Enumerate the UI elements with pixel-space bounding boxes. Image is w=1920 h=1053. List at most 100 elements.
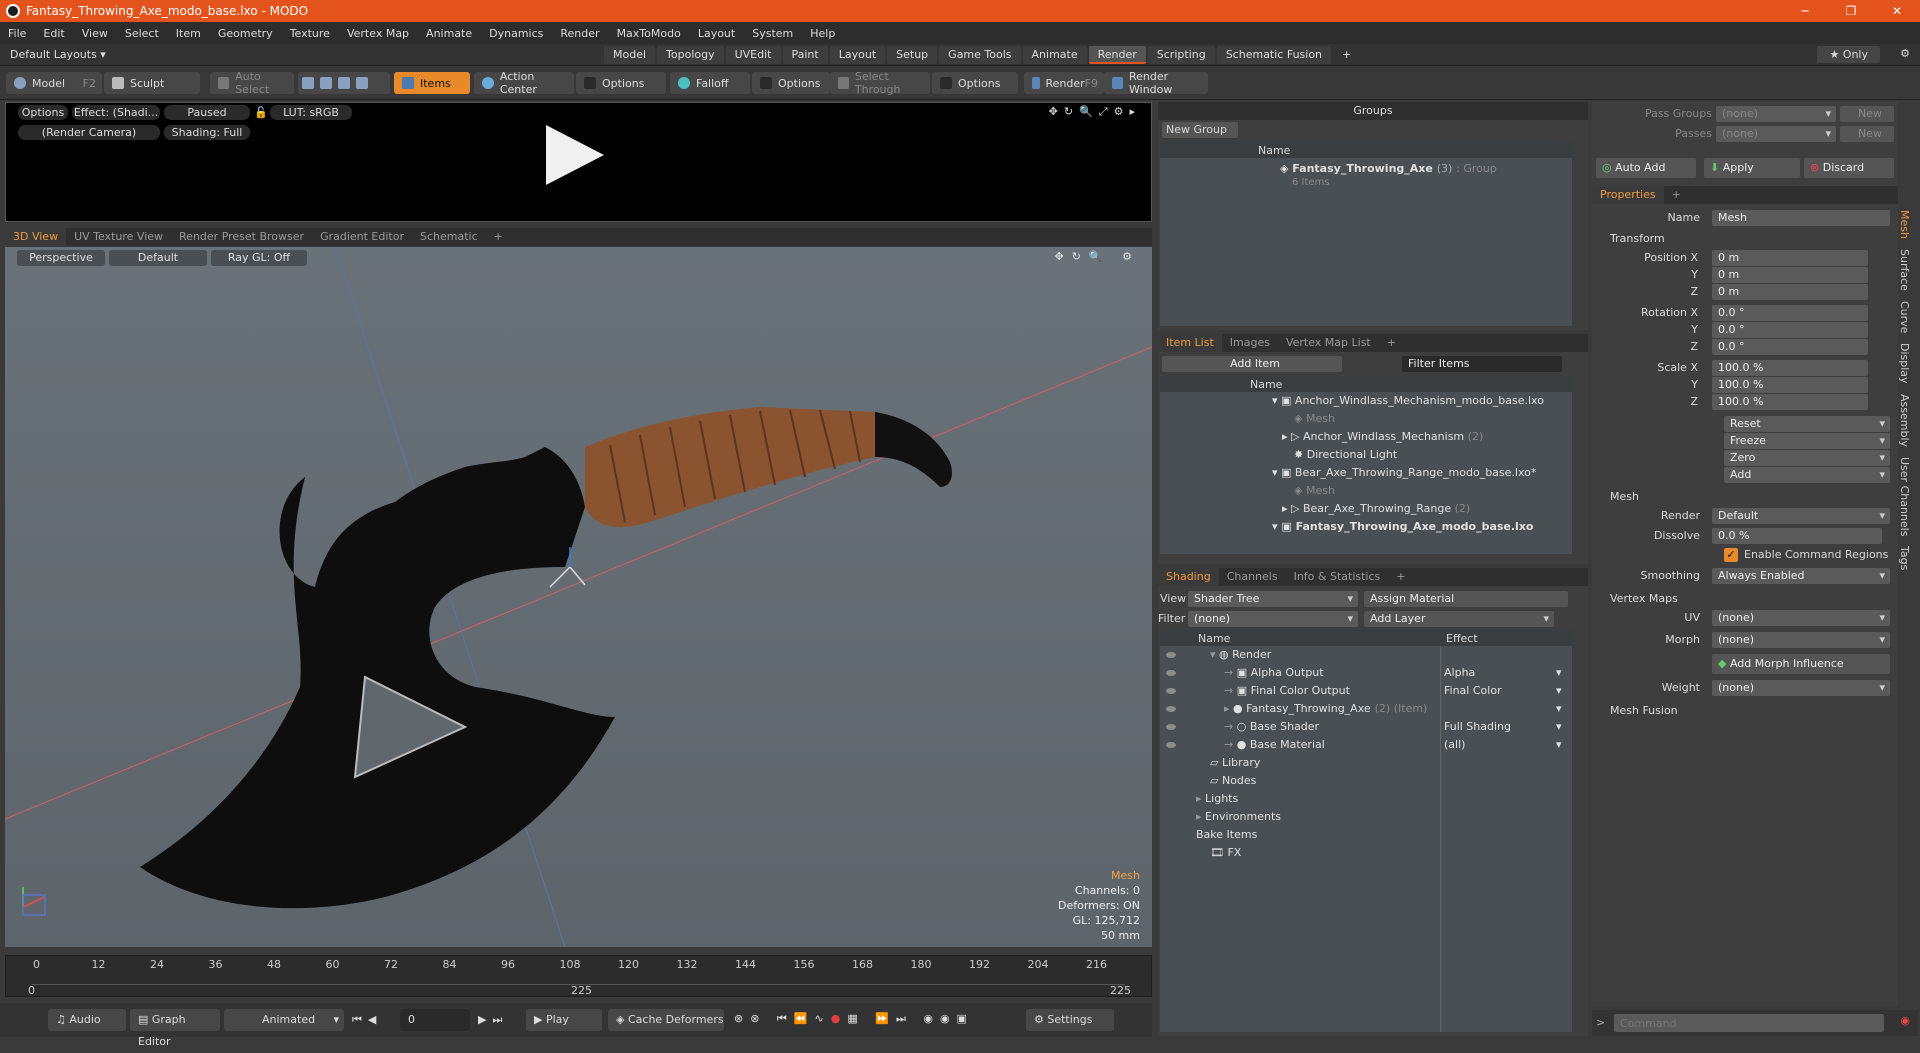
rotation-x-input[interactable]: 0.0 ° (1712, 305, 1868, 321)
item-row-mesh-2[interactable]: ◈ Mesh (1294, 482, 1335, 500)
preview-effect-dropdown[interactable]: Effect: (Shadi... (72, 105, 160, 120)
tab-uv-texture-view[interactable]: UV Texture View (66, 228, 171, 246)
side-tab-surface[interactable]: Surface (1898, 249, 1911, 291)
scale-y-input[interactable]: 100.0 % (1712, 377, 1868, 393)
menu-edit[interactable]: Edit (43, 27, 64, 40)
filter-items-input[interactable]: Filter Items (1402, 356, 1562, 372)
side-tab-curve[interactable]: Curve (1898, 301, 1911, 333)
edges-mode-icon[interactable] (320, 77, 332, 89)
menu-geometry[interactable]: Geometry (218, 27, 273, 40)
expand-arrow-icon[interactable]: ▸ (1224, 702, 1233, 715)
visibility-eye-icon[interactable] (1166, 706, 1176, 712)
skip-forward-controls[interactable]: ▶⏭ (478, 1013, 508, 1027)
falloff-button[interactable]: Falloff (670, 72, 750, 94)
keyframe-controls[interactable]: ⊗⊗ ⏮⏪∿●▦ ⏩⏭ ◉◉▣ (734, 1012, 974, 1026)
tab-info-statistics[interactable]: Info & Statistics (1286, 568, 1389, 586)
action-center-options-button[interactable]: Options (576, 72, 666, 94)
shader-row[interactable]: ▸ Lights (1160, 790, 1572, 808)
only-toggle[interactable]: ★ Only (1817, 46, 1880, 63)
side-tab-user-channels[interactable]: User Channels (1898, 457, 1911, 536)
sculpt-mode-button[interactable]: Sculpt (104, 72, 200, 94)
falloff-options-button[interactable]: Options (752, 72, 830, 94)
add-tab-button[interactable]: + (1664, 186, 1689, 204)
expand-arrow-icon[interactable]: → (1224, 684, 1237, 697)
tab-render-preset-browser[interactable]: Render Preset Browser (171, 228, 312, 246)
select-options-button[interactable]: Options (932, 72, 1018, 94)
shader-row[interactable]: Bake Items (1160, 826, 1572, 844)
preview-camera-dropdown[interactable]: (Render Camera) (18, 125, 160, 140)
shader-row[interactable]: 🎞 FX (1160, 844, 1572, 862)
shader-row[interactable]: → ○ Base Shader Full Shading ▾ (1160, 718, 1572, 736)
render-button[interactable]: Render F9 (1024, 72, 1104, 94)
menu-layout[interactable]: Layout (698, 27, 735, 40)
command-record-icon[interactable]: ◉ (1900, 1014, 1910, 1027)
close-button[interactable]: ✕ (1874, 0, 1920, 22)
preview-paused-button[interactable]: Paused (164, 105, 250, 120)
chevron-down-icon[interactable]: ▾ (1556, 682, 1562, 700)
visibility-eye-icon[interactable] (1166, 652, 1176, 658)
chevron-down-icon[interactable]: ▾ (1556, 718, 1562, 736)
shader-row-effect[interactable]: Alpha (1444, 664, 1566, 682)
expand-arrow-icon[interactable]: ▸ (1196, 792, 1205, 805)
menu-maxtomodo[interactable]: MaxToModo (617, 27, 681, 40)
auto-add-button[interactable]: ◎ Auto Add (1596, 158, 1696, 178)
reset-dropdown[interactable]: Reset (1724, 416, 1890, 432)
filter-dropdown[interactable]: (none) (1188, 611, 1358, 627)
name-input[interactable]: Mesh (1712, 210, 1890, 226)
side-tab-tags[interactable]: Tags (1898, 546, 1911, 570)
menu-dynamics[interactable]: Dynamics (489, 27, 543, 40)
animated-dropdown[interactable]: Animated ▾ (224, 1009, 344, 1031)
layout-tab-layout[interactable]: Layout (829, 46, 886, 64)
dissolve-input[interactable]: 0.0 % (1712, 528, 1882, 544)
tab-3d-view[interactable]: 3D View (5, 228, 67, 246)
apply-button[interactable]: ⬇ Apply (1704, 158, 1800, 178)
chevron-down-icon[interactable]: ▾ (1556, 664, 1562, 682)
position-z-input[interactable]: 0 m (1712, 284, 1868, 300)
layout-tab-setup[interactable]: Setup (887, 46, 938, 64)
visibility-eye-icon[interactable] (1166, 688, 1176, 694)
tab-shading[interactable]: Shading (1158, 568, 1219, 586)
add-layout-tab-button[interactable]: + (1333, 46, 1360, 64)
layout-tab-model[interactable]: Model (604, 46, 656, 64)
default-layouts-dropdown[interactable]: Default Layouts ▾ (10, 48, 106, 61)
expand-arrow-icon[interactable]: ▸ (1196, 810, 1205, 823)
cache-deformers-button[interactable]: ◈ Cache Deformers (608, 1009, 724, 1031)
layout-tab-schematic-fusion[interactable]: Schematic Fusion (1216, 46, 1332, 64)
layout-tab-uvedit[interactable]: UVEdit (725, 46, 781, 64)
item-row-anchor-mechanism[interactable]: ▸ ▷ Anchor_Windlass_Mechanism (2) (1282, 428, 1483, 446)
tab-gradient-editor[interactable]: Gradient Editor (312, 228, 412, 246)
item-row-anchor-scene[interactable]: ▾ ▣ Anchor_Windlass_Mechanism_modo_base.… (1272, 392, 1544, 410)
add-dropdown[interactable]: Add (1724, 467, 1890, 483)
visibility-eye-icon[interactable] (1166, 670, 1176, 676)
rotation-z-input[interactable]: 0.0 ° (1712, 339, 1868, 355)
vertex-maps-section[interactable]: Vertex Maps (1592, 590, 1898, 607)
materials-mode-icon[interactable] (356, 77, 368, 89)
position-y-input[interactable]: 0 m (1712, 267, 1868, 283)
menu-animate[interactable]: Animate (426, 27, 472, 40)
smoothing-dropdown[interactable]: Always Enabled (1712, 568, 1890, 584)
play-preview-icon[interactable] (546, 125, 604, 185)
layout-tab-paint[interactable]: Paint (782, 46, 828, 64)
chevron-down-icon[interactable]: ▾ (1556, 736, 1562, 754)
add-tab-button[interactable]: + (1388, 568, 1413, 586)
view-dropdown[interactable]: Shader Tree (1188, 591, 1358, 607)
passes-dropdown[interactable]: (none) (1716, 126, 1836, 142)
menu-view[interactable]: View (82, 27, 108, 40)
menu-item[interactable]: Item (176, 27, 201, 40)
timeline[interactable]: 0 12 24 36 48 60 72 84 96 108 120 132 144 156 168 180 19… (5, 955, 1152, 997)
add-morph-influence-button[interactable]: ◆ Add Morph Influence (1712, 654, 1890, 674)
mesh-section[interactable]: Mesh (1592, 488, 1898, 505)
preview-options-button[interactable]: Options (18, 105, 68, 120)
item-row-directional-light[interactable]: ✸ Directional Light (1294, 446, 1397, 464)
tab-properties[interactable]: Properties (1592, 186, 1664, 204)
pass-groups-dropdown[interactable]: (none) (1716, 106, 1836, 122)
minimize-button[interactable]: ─ (1782, 0, 1828, 22)
shader-row[interactable]: ▸ ● Fantasy_Throwing_Axe (2) (Item) ▾ (1160, 700, 1572, 718)
auto-select-button[interactable]: Auto Select (210, 70, 294, 96)
item-row-bear-scene[interactable]: ▾ ▣ Bear_Axe_Throwing_Range_modo_base.lx… (1272, 464, 1536, 482)
settings-button[interactable]: ⚙ Settings (1026, 1009, 1114, 1031)
lock-icon[interactable]: 🔓 (254, 105, 268, 120)
expand-arrow-icon[interactable]: → (1224, 738, 1237, 751)
command-input[interactable] (1614, 1014, 1884, 1032)
tab-vertex-map-list[interactable]: Vertex Map List (1278, 334, 1379, 352)
